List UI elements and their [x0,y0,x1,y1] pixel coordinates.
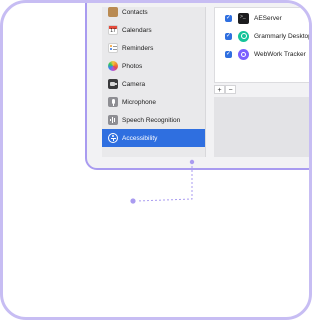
connector-endpoint [189,159,195,165]
card-frame: Contacts 17 Calendars Reminders Photos C… [0,0,312,320]
connector-endpoint [130,198,136,204]
connector-line [130,159,195,204]
